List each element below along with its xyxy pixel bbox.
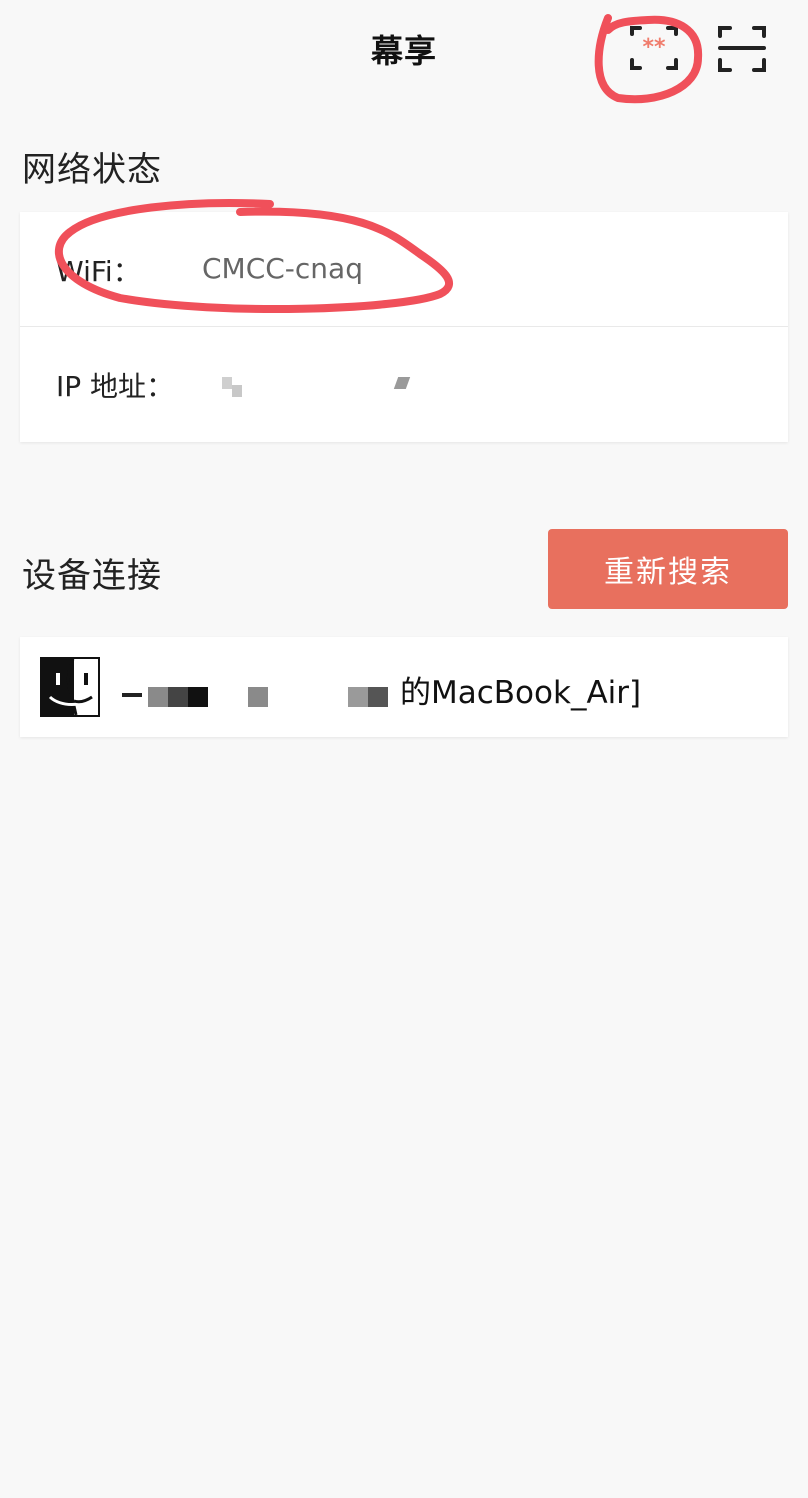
finder-icon [40, 657, 100, 717]
device-name-redacted [120, 683, 398, 707]
svg-text:**: ** [642, 35, 666, 60]
ip-label: IP 地址： [56, 370, 175, 403]
wifi-row: WiFi： CMCC-cnaq [20, 212, 788, 327]
qr-scan-button[interactable] [714, 20, 770, 76]
screen-mirror-button[interactable]: ** [626, 20, 682, 76]
wifi-value: CMCC-cnaq [202, 252, 363, 285]
device-name: 的MacBook_Air] [120, 667, 641, 711]
page-title: 幕享 [370, 32, 437, 70]
ip-row: IP 地址： [20, 327, 788, 441]
device-name-label: 的MacBook_Air] [400, 675, 642, 711]
network-status-title: 网络状态 [22, 150, 162, 190]
device-list-item[interactable]: 的MacBook_Air] [20, 637, 788, 737]
screen-mirror-icon: ** [630, 26, 678, 70]
ip-value-redacted [200, 363, 411, 409]
wifi-label: WiFi： [56, 255, 141, 288]
network-status-card: WiFi： CMCC-cnaq IP 地址： [20, 199, 788, 442]
qr-scan-icon [718, 26, 766, 72]
refresh-search-button[interactable]: 重新搜索 [548, 529, 788, 609]
device-connect-title: 设备连接 [22, 556, 162, 596]
app-header: 幕享 ** [0, 0, 808, 104]
